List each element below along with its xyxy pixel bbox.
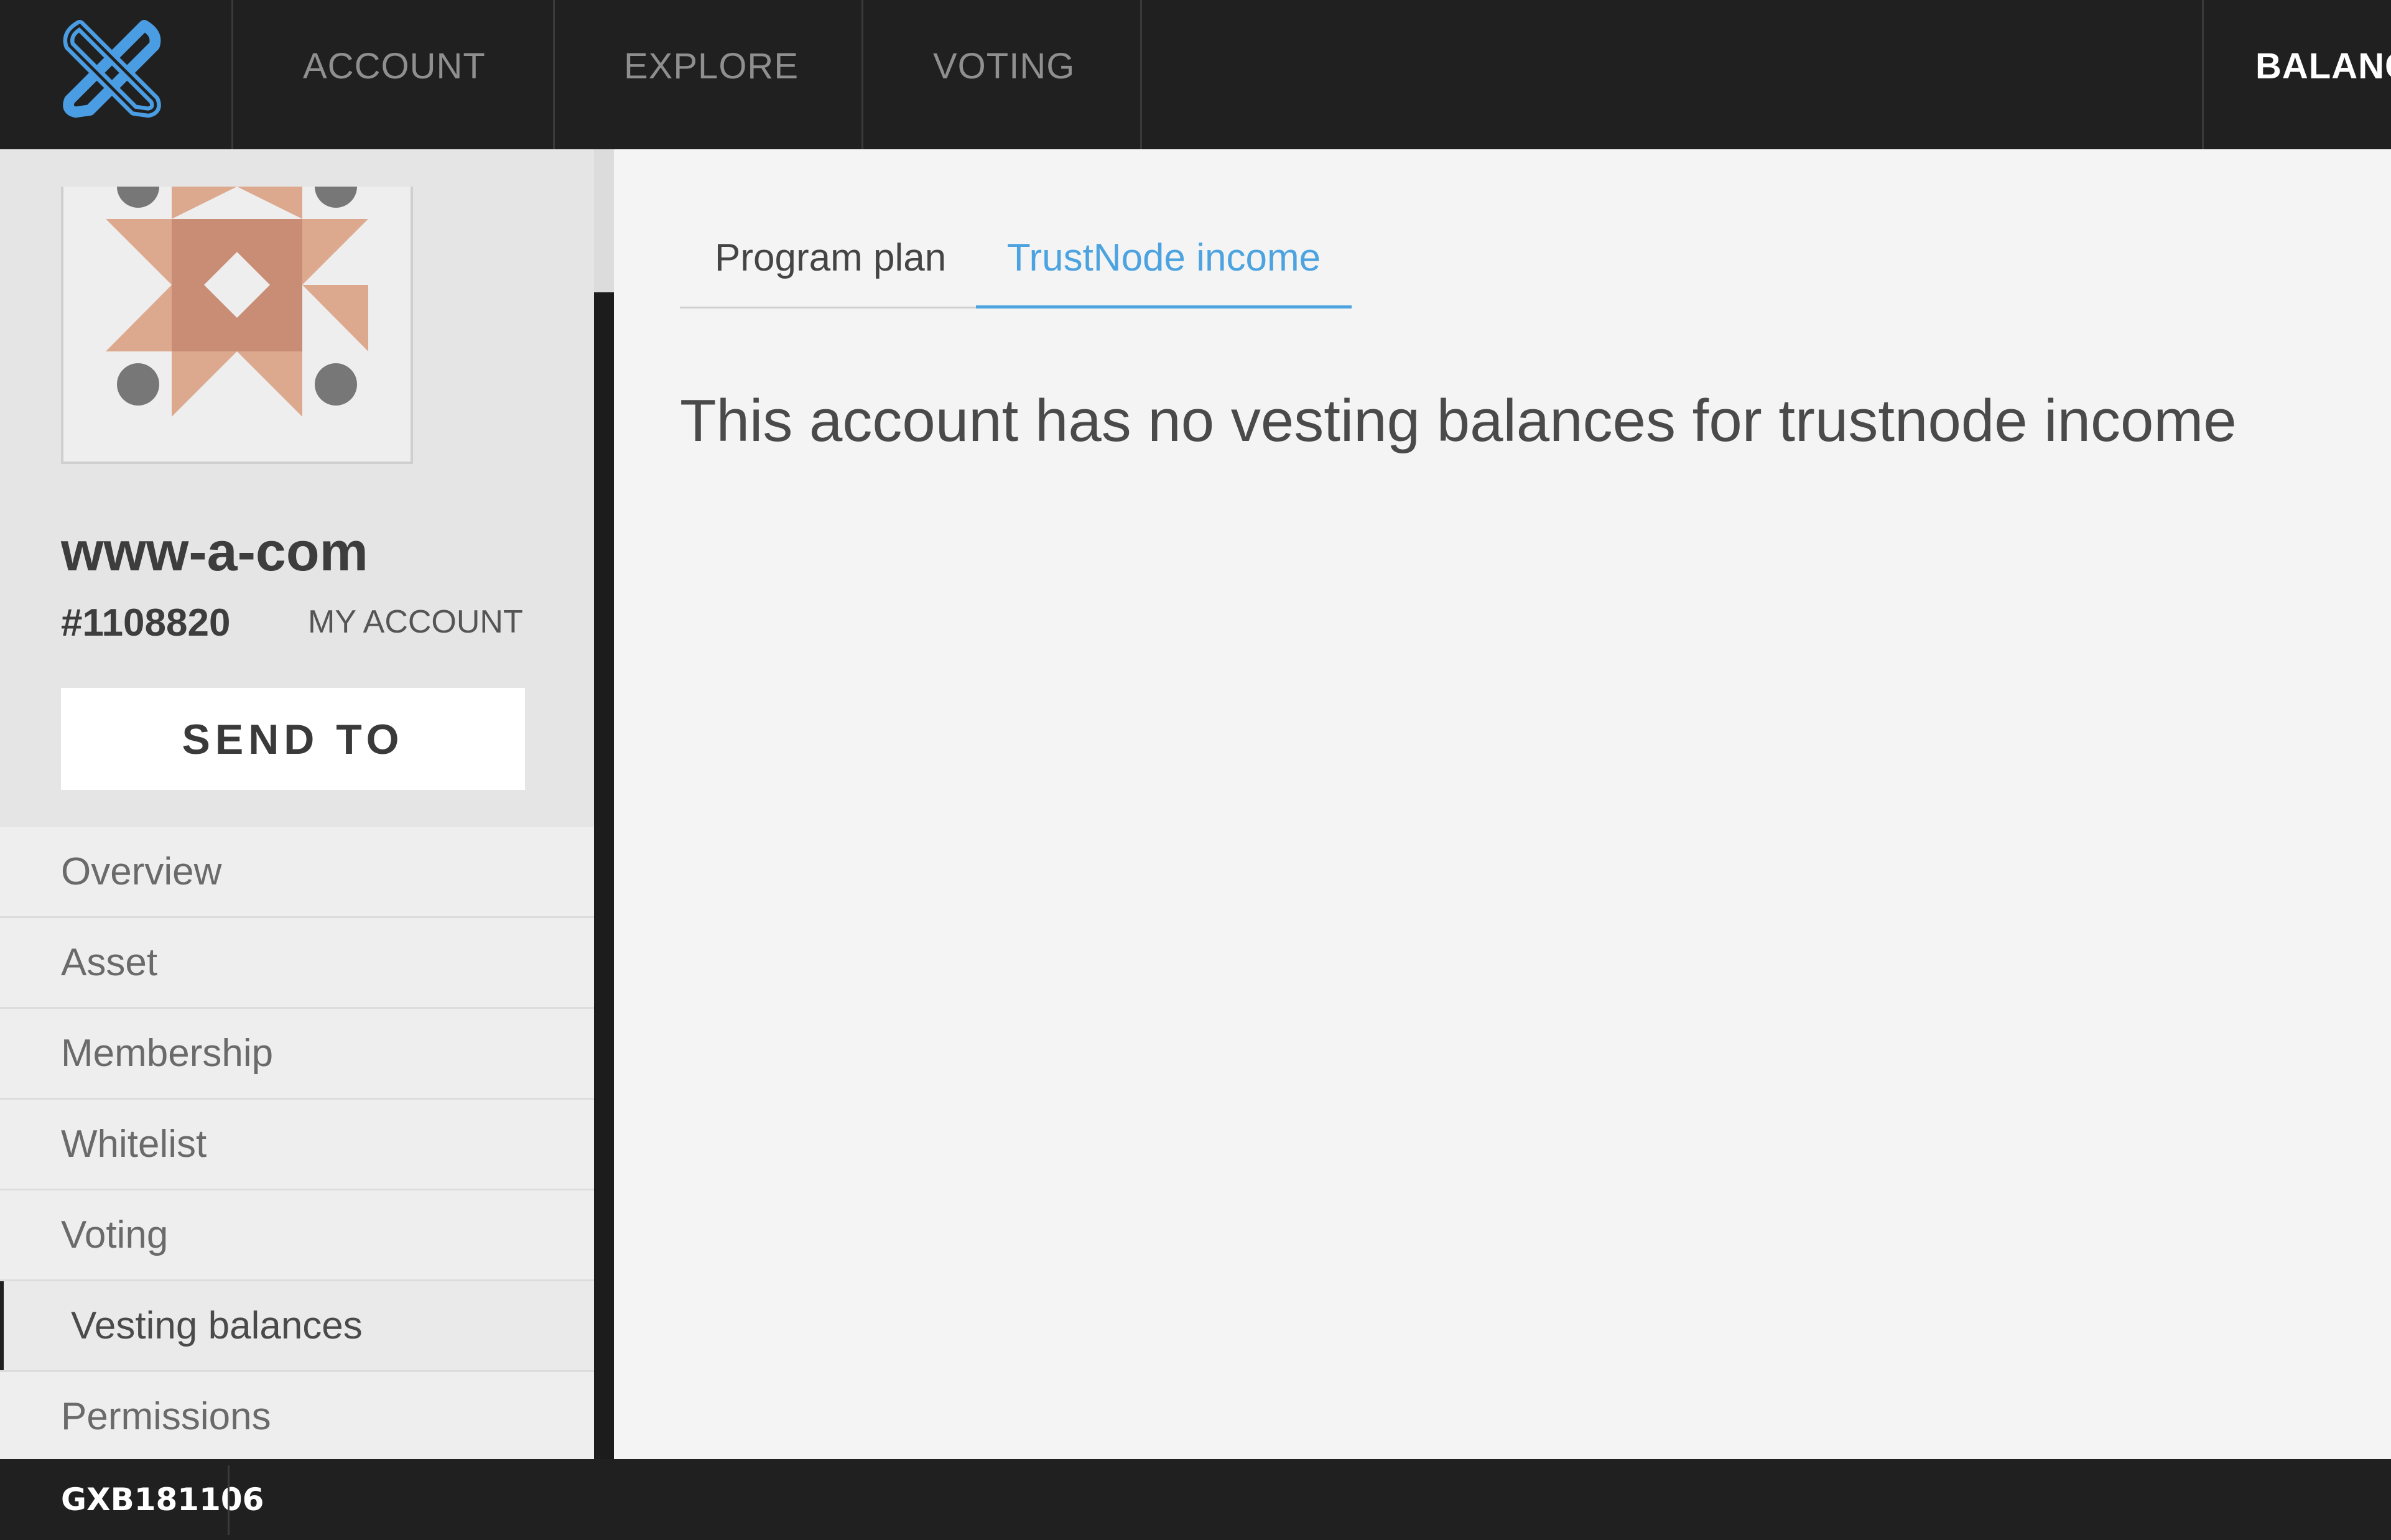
sidebar-item-vesting-balances[interactable]: Vesting balances bbox=[0, 1281, 594, 1372]
gxchain-logo-icon[interactable] bbox=[61, 17, 163, 118]
account-name: www-a-com bbox=[61, 521, 368, 582]
account-sidebar: www-a-com #1108820 MY ACCOUNT SEND TO Ov… bbox=[0, 149, 594, 1463]
sidebar-item-membership[interactable]: Membership bbox=[0, 1009, 594, 1100]
my-account-link[interactable]: MY ACCOUNT bbox=[308, 603, 523, 641]
nav-divider bbox=[1140, 0, 1142, 149]
sidebar-item-asset[interactable]: Asset bbox=[0, 918, 594, 1009]
send-to-button[interactable]: SEND TO bbox=[61, 688, 525, 790]
nav-divider bbox=[553, 0, 555, 149]
version-label: GXB181106 bbox=[61, 1482, 264, 1518]
top-nav-bar: ACCOUNT EXPLORE VOTING BALANC bbox=[0, 0, 2391, 149]
sidebar-scrollbar[interactable] bbox=[594, 292, 614, 1459]
empty-state-message: This account has no vesting balances for… bbox=[680, 387, 2237, 454]
vesting-tabs: Program plan TrustNode income bbox=[680, 224, 1352, 308]
tab-trustnode-income[interactable]: TrustNode income bbox=[976, 224, 1352, 308]
footer-divider bbox=[228, 1465, 230, 1535]
sidebar-item-whitelist[interactable]: Whitelist bbox=[0, 1100, 594, 1190]
nav-balance[interactable]: BALANC bbox=[2255, 0, 2391, 133]
sidebar-item-permissions[interactable]: Permissions bbox=[0, 1372, 594, 1463]
sidebar-item-overview[interactable]: Overview bbox=[0, 827, 594, 918]
nav-voting[interactable]: VOTING bbox=[933, 0, 1075, 133]
nav-divider bbox=[2202, 0, 2204, 149]
nav-divider bbox=[861, 0, 863, 149]
sidebar-scrollbar-track bbox=[594, 149, 614, 292]
nav-explore[interactable]: EXPLORE bbox=[624, 0, 799, 133]
sidebar-item-voting[interactable]: Voting bbox=[0, 1190, 594, 1281]
tab-underline bbox=[680, 307, 976, 308]
identicon-avatar-icon bbox=[61, 187, 413, 464]
sidebar-menu: Overview Asset Membership Whitelist Voti… bbox=[0, 827, 594, 1463]
nav-divider bbox=[231, 0, 233, 149]
footer-bar: GXB181106 bbox=[0, 1459, 2391, 1540]
nav-account[interactable]: ACCOUNT bbox=[303, 0, 486, 133]
account-id: #1108820 bbox=[61, 601, 231, 644]
tab-program-plan[interactable]: Program plan bbox=[715, 224, 946, 307]
